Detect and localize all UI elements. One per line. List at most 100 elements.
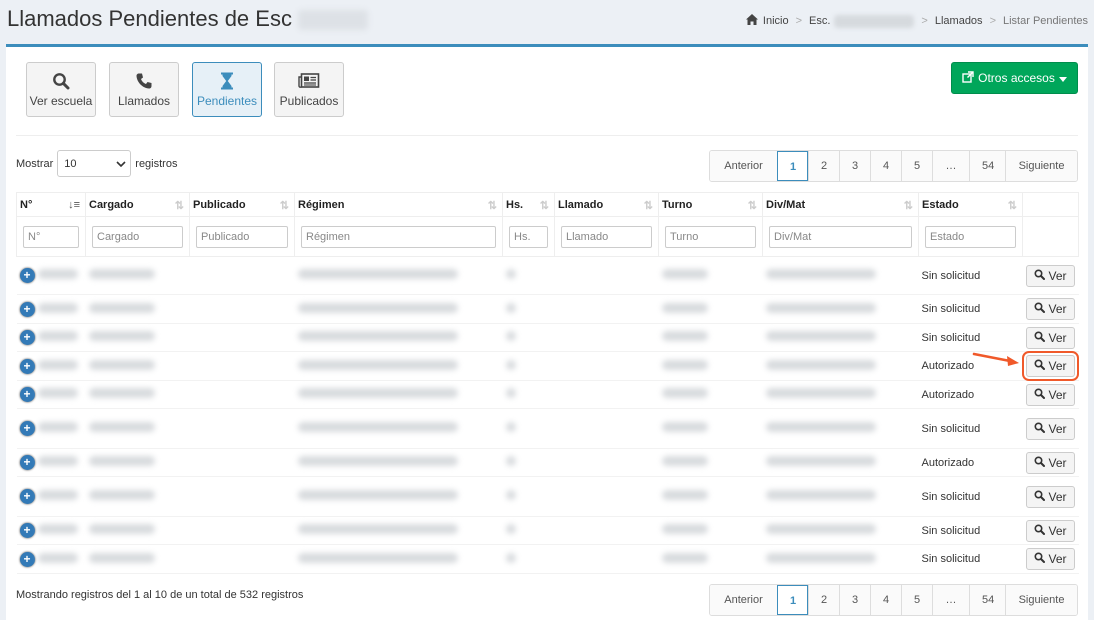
table-cell <box>762 408 919 449</box>
redacted-value <box>765 524 876 534</box>
expand-row-icon[interactable]: + <box>19 268 35 283</box>
pagination-page[interactable]: 4 <box>870 151 901 181</box>
table-cell <box>762 476 919 517</box>
column-header-llamado[interactable]: Llamado ⇅ <box>554 192 659 217</box>
pagination-page[interactable]: 1 <box>777 151 808 181</box>
pagination-ellipsis: … <box>932 585 969 615</box>
otros-accesos-button[interactable]: Otros accesos <box>951 62 1078 94</box>
newspaper-icon <box>275 72 343 90</box>
filter-turno-input[interactable]: Turno <box>665 225 756 248</box>
column-header-hs[interactable]: Hs. ⇅ <box>502 192 555 217</box>
pagination-page[interactable]: 2 <box>808 585 839 615</box>
pendientes-label: Pendientes <box>196 94 258 108</box>
pagination-page[interactable]: 2 <box>808 151 839 181</box>
pagination-prev[interactable]: Anterior <box>710 151 777 181</box>
ver-button[interactable]: Ver <box>1026 298 1075 320</box>
filter-cargado-input[interactable]: Cargado <box>92 225 183 248</box>
ver-button[interactable]: Ver <box>1026 326 1075 349</box>
expand-row-icon[interactable]: + <box>19 523 35 538</box>
table-cell <box>85 408 190 449</box>
breadcrumb-section[interactable]: Llamados <box>935 15 983 27</box>
ver-button[interactable]: Ver <box>1026 264 1075 287</box>
table-row: + Sin solicitud Ver <box>16 294 1079 324</box>
column-header-divmat[interactable]: Div/Mat ⇅ <box>762 192 919 217</box>
expand-row-icon[interactable]: + <box>19 551 35 567</box>
sort-icon: ⇅ <box>174 200 184 212</box>
ver-button[interactable]: Ver <box>1026 417 1075 440</box>
page-length-select[interactable]: 10 <box>57 150 132 177</box>
page-length-control: Mostrar 10 registros <box>16 150 177 177</box>
redacted-value <box>88 302 155 313</box>
table-cell <box>502 476 555 517</box>
filter-cell: Régimen <box>294 216 503 257</box>
column-header-numero[interactable]: N° ↓≡ <box>16 192 86 217</box>
column-header-publicado[interactable]: Publicado ⇅ <box>189 192 295 217</box>
ver-escuela-button[interactable]: Ver escuela <box>26 62 96 117</box>
redacted-value <box>765 302 876 313</box>
column-header-estado[interactable]: Estado ⇅ <box>918 192 1023 217</box>
estado-value: Sin solicitud <box>921 269 981 282</box>
expand-row-icon[interactable]: + <box>19 489 35 504</box>
ver-button[interactable]: Ver <box>1026 485 1075 508</box>
pagination-page[interactable]: 5 <box>901 151 932 181</box>
page-length-value: 10 <box>64 157 77 170</box>
redacted-value <box>297 524 458 534</box>
row-expand-cell: + <box>16 323 86 352</box>
table-cell <box>554 544 659 574</box>
expand-row-icon[interactable]: + <box>19 358 35 374</box>
pagination-page[interactable]: 3 <box>839 585 870 615</box>
ver-button[interactable]: Ver <box>1026 383 1075 406</box>
ver-button[interactable]: Ver <box>1022 351 1079 381</box>
redacted-value <box>505 302 516 313</box>
pagination-page[interactable]: 54 <box>969 585 1005 615</box>
llamados-button[interactable]: Llamados <box>109 62 179 117</box>
column-header-cargado[interactable]: Cargado ⇅ <box>85 192 190 217</box>
publicados-button[interactable]: Publicados <box>274 62 344 117</box>
filter-divmat-input[interactable]: Div/Mat <box>769 225 912 248</box>
estado-cell: Sin solicitud <box>918 408 1023 449</box>
filter-hs-input[interactable]: Hs. <box>509 225 548 248</box>
ver-button[interactable]: Ver <box>1026 519 1075 542</box>
pagination-page[interactable]: 3 <box>839 151 870 181</box>
estado-value: Sin solicitud <box>921 490 981 503</box>
ver-button[interactable]: Ver <box>1026 548 1075 570</box>
pagination-page[interactable]: 54 <box>969 151 1005 181</box>
action-cell: Ver <box>1022 380 1079 409</box>
table-cell <box>294 448 503 477</box>
redacted-value <box>297 552 458 563</box>
column-header-turno[interactable]: Turno ⇅ <box>658 192 763 217</box>
redacted-value <box>661 302 708 313</box>
filter-estado-input[interactable]: Estado <box>925 225 1016 248</box>
search-icon <box>1034 359 1046 373</box>
filter-regimen-input[interactable]: Régimen <box>301 225 496 248</box>
pendientes-button[interactable]: Pendientes <box>192 62 262 117</box>
redacted-value <box>88 331 155 341</box>
breadcrumb-home[interactable]: Inicio <box>763 15 789 27</box>
action-cell: Ver <box>1022 323 1079 352</box>
ver-button[interactable]: Ver <box>1026 451 1075 474</box>
expand-row-icon[interactable]: + <box>19 387 35 402</box>
redacted-value <box>661 331 708 341</box>
filter-publicado-input[interactable]: Publicado <box>196 225 288 248</box>
expand-row-icon[interactable]: + <box>19 421 35 436</box>
pagination-next[interactable]: Siguiente <box>1005 585 1077 615</box>
table-cell <box>762 351 919 381</box>
estado-cell: Autorizado <box>918 448 1023 477</box>
row-expand-cell: + <box>16 448 86 477</box>
expand-row-icon[interactable]: + <box>19 455 35 470</box>
redacted-value <box>297 490 458 500</box>
estado-value: Sin solicitud <box>921 422 981 435</box>
expand-row-icon[interactable]: + <box>19 301 35 317</box>
breadcrumb-school[interactable]: Esc. <box>809 15 830 27</box>
pagination-page[interactable]: 1 <box>777 585 808 615</box>
pagination-next[interactable]: Siguiente <box>1005 151 1077 181</box>
pagination-page[interactable]: 5 <box>901 585 932 615</box>
column-header-regimen[interactable]: Régimen ⇅ <box>294 192 503 217</box>
ver-label: Ver <box>1048 268 1067 283</box>
filter-llamado-input[interactable]: Llamado <box>561 225 652 248</box>
table-cell <box>658 408 763 449</box>
filter-numero-input[interactable]: N° <box>23 225 79 248</box>
pagination-page[interactable]: 4 <box>870 585 901 615</box>
expand-row-icon[interactable]: + <box>19 330 35 345</box>
pagination-prev[interactable]: Anterior <box>710 585 777 615</box>
